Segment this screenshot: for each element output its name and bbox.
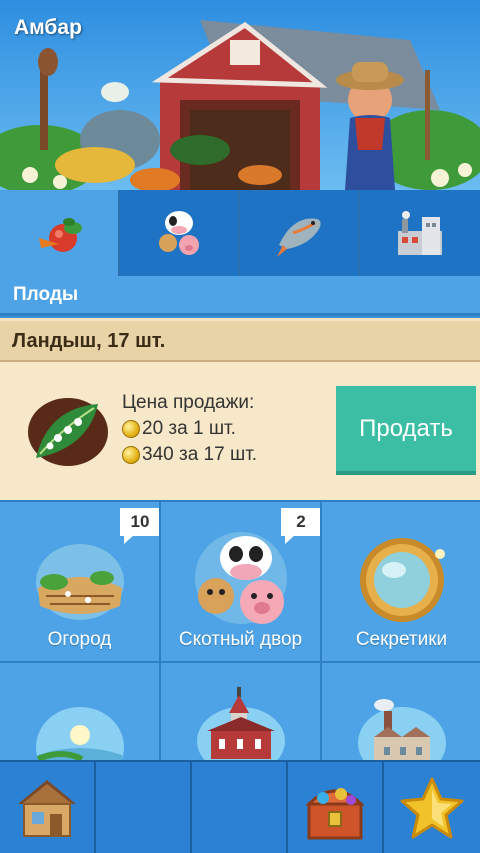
secrets-mirror-icon xyxy=(359,538,445,622)
fruits-icon xyxy=(39,218,82,252)
location-grid: 10 Огород 2 Скотный двор Секретики xyxy=(0,500,480,822)
price-total: 340 за 17 шт. xyxy=(122,442,257,468)
price-label: Цена продажи: xyxy=(122,392,255,413)
cow-pig-icon xyxy=(159,211,199,255)
tab-factory[interactable] xyxy=(360,190,480,276)
empty-slot[interactable] xyxy=(96,762,192,853)
section-title: Плоды xyxy=(0,276,480,316)
item-title: Ландыш, 17 шт. xyxy=(0,318,480,362)
coin-icon xyxy=(122,420,140,438)
fish-icon xyxy=(277,218,321,257)
farmyard-icon xyxy=(194,532,287,624)
farmyard-count-badge: 2 xyxy=(281,508,320,544)
garden-count-badge: 10 xyxy=(120,508,159,544)
tab-fruits[interactable] xyxy=(0,190,120,276)
location-label: Огород xyxy=(47,629,112,650)
price-info: Цена продажи: 20 за 1 шт. 340 за 17 шт. xyxy=(122,390,257,468)
category-tabs xyxy=(0,190,480,276)
price-all-text: 340 за 17 шт. xyxy=(142,444,258,465)
location-farmyard[interactable]: 2 Скотный двор xyxy=(161,502,320,661)
factory-icon xyxy=(398,211,442,255)
tab-animals[interactable] xyxy=(120,190,240,276)
bottom-navigation xyxy=(0,760,480,853)
garden-icon xyxy=(35,544,124,620)
location-label: Скотный двор xyxy=(178,629,303,650)
price-one-text: 20 за 1 шт. xyxy=(142,418,236,439)
house-icon xyxy=(18,779,76,837)
lily-of-the-valley-icon xyxy=(28,398,108,466)
empty-slot[interactable] xyxy=(192,762,288,853)
favorites-button[interactable] xyxy=(384,762,480,853)
sell-button[interactable]: Продать xyxy=(336,386,476,475)
treasure-chest-icon xyxy=(305,787,365,839)
location-label: Секретики xyxy=(355,629,448,650)
treasure-button[interactable] xyxy=(288,762,384,853)
barn-banner: Амбар xyxy=(0,0,480,190)
location-garden[interactable]: 10 Огород xyxy=(0,502,159,661)
tab-fish[interactable] xyxy=(240,190,360,276)
item-card: Цена продажи: 20 за 1 шт. 340 за 17 шт. … xyxy=(0,362,480,500)
price-per-unit: 20 за 1 шт. xyxy=(122,416,257,442)
screen-title: Амбар xyxy=(14,16,82,39)
location-secrets[interactable]: Секретики xyxy=(322,502,480,661)
home-button[interactable] xyxy=(0,762,96,853)
coin-icon xyxy=(122,446,140,464)
star-icon xyxy=(400,777,464,838)
